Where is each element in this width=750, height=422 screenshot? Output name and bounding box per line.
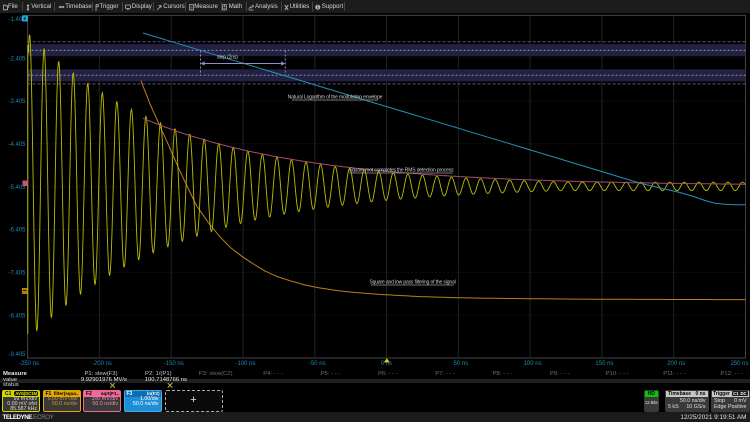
svg-text:200 ns: 200 ns [667,361,685,367]
svg-text:-2.405: -2.405 [8,56,26,62]
svg-text:-100 ns: -100 ns [235,361,255,367]
svg-text:step (2ns): step (2ns) [217,55,238,61]
svg-text:-4.405: -4.405 [8,142,26,148]
svg-text:Square and low pass filtering: Square and low pass filtering of the sig… [369,280,455,286]
svg-text:-9.405: -9.405 [8,352,26,358]
svg-text:-6.405: -6.405 [8,228,26,234]
svg-text:-3.405: -3.405 [8,99,26,105]
svg-text:-250 ns: -250 ns [19,361,39,367]
svg-text:Square root completes the RMS: Square root completes the RMS detection … [349,168,454,174]
svg-text:-150 ns: -150 ns [164,361,184,367]
svg-text:-7.405: -7.405 [8,271,26,277]
svg-text:Natural Logarithm of the modul: Natural Logarithm of the modulation enve… [288,95,383,101]
svg-text:100 ns: 100 ns [524,361,542,367]
svg-text:250 ns: 250 ns [730,361,748,367]
svg-text:-50 ns: -50 ns [309,361,326,367]
svg-text:150 ns: 150 ns [595,361,613,367]
svg-text:-8.405: -8.405 [8,313,26,319]
svg-text:-200 ns: -200 ns [92,361,112,367]
svg-text:50 ns: 50 ns [453,361,468,367]
